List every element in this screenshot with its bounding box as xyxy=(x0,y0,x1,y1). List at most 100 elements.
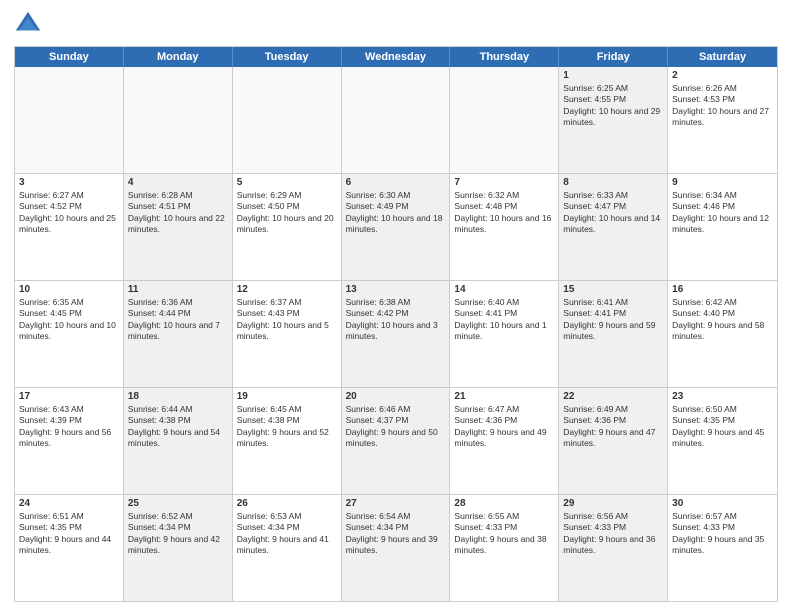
calendar-cell: 28 Sunrise: 6:55 AM Sunset: 4:33 PM Dayli… xyxy=(450,495,559,601)
cell-daylight-info: Sunrise: 6:30 AM Sunset: 4:49 PM Dayligh… xyxy=(346,190,446,236)
calendar-body: 1 Sunrise: 6:25 AM Sunset: 4:55 PM Daylig… xyxy=(15,67,777,601)
calendar-cell: 25 Sunrise: 6:52 AM Sunset: 4:34 PM Dayli… xyxy=(124,495,233,601)
day-number: 22 xyxy=(563,391,663,402)
cell-daylight-info: Sunrise: 6:26 AM Sunset: 4:53 PM Dayligh… xyxy=(672,83,773,129)
day-number: 15 xyxy=(563,284,663,295)
cell-daylight-info: Sunrise: 6:35 AM Sunset: 4:45 PM Dayligh… xyxy=(19,297,119,343)
cell-daylight-info: Sunrise: 6:28 AM Sunset: 4:51 PM Dayligh… xyxy=(128,190,228,236)
weekday-header: Sunday xyxy=(15,47,124,67)
cell-daylight-info: Sunrise: 6:54 AM Sunset: 4:34 PM Dayligh… xyxy=(346,511,446,557)
cell-daylight-info: Sunrise: 6:27 AM Sunset: 4:52 PM Dayligh… xyxy=(19,190,119,236)
weekday-header: Saturday xyxy=(668,47,777,67)
weekday-header: Thursday xyxy=(450,47,559,67)
day-number: 26 xyxy=(237,498,337,509)
calendar-row: 17Sunrise: 6:43 AM Sunset: 4:39 PM Dayli… xyxy=(15,387,777,494)
cell-daylight-info: Sunrise: 6:36 AM Sunset: 4:44 PM Dayligh… xyxy=(128,297,228,343)
cell-daylight-info: Sunrise: 6:41 AM Sunset: 4:41 PM Dayligh… xyxy=(563,297,663,343)
calendar-cell: 3 Sunrise: 6:27 AM Sunset: 4:52 PM Daylig… xyxy=(15,174,124,280)
weekday-header: Friday xyxy=(559,47,668,67)
calendar-cell: 23Sunrise: 6:50 AM Sunset: 4:35 PM Dayli… xyxy=(668,388,777,494)
calendar-cell: 13 Sunrise: 6:38 AM Sunset: 4:42 PM Dayli… xyxy=(342,281,451,387)
weekday-header: Wednesday xyxy=(342,47,451,67)
calendar-cell: 2 Sunrise: 6:26 AM Sunset: 4:53 PM Daylig… xyxy=(668,67,777,173)
day-number: 24 xyxy=(19,498,119,509)
cell-daylight-info: Sunrise: 6:38 AM Sunset: 4:42 PM Dayligh… xyxy=(346,297,446,343)
day-number: 19 xyxy=(237,391,337,402)
calendar-cell: 4 Sunrise: 6:28 AM Sunset: 4:51 PM Daylig… xyxy=(124,174,233,280)
calendar-cell xyxy=(15,67,124,173)
calendar-cell: 22 Sunrise: 6:49 AM Sunset: 4:36 PM Dayli… xyxy=(559,388,668,494)
calendar-cell xyxy=(124,67,233,173)
calendar-cell: 11 Sunrise: 6:36 AM Sunset: 4:44 PM Dayli… xyxy=(124,281,233,387)
calendar: SundayMondayTuesdayWednesdayThursdayFrid… xyxy=(14,46,778,602)
day-number: 8 xyxy=(563,177,663,188)
calendar-cell: 21 Sunrise: 6:47 AM Sunset: 4:36 PM Dayli… xyxy=(450,388,559,494)
weekday-header: Tuesday xyxy=(233,47,342,67)
calendar-row: 10 Sunrise: 6:35 AM Sunset: 4:45 PM Dayli… xyxy=(15,280,777,387)
logo-icon xyxy=(14,10,42,38)
calendar-cell: 1 Sunrise: 6:25 AM Sunset: 4:55 PM Daylig… xyxy=(559,67,668,173)
calendar-cell: 16 Sunrise: 6:42 AM Sunset: 4:40 PM Dayli… xyxy=(668,281,777,387)
cell-daylight-info: Sunrise: 6:45 AM Sunset: 4:38 PM Dayligh… xyxy=(237,404,337,450)
day-number: 5 xyxy=(237,177,337,188)
calendar-cell: 6 Sunrise: 6:30 AM Sunset: 4:49 PM Daylig… xyxy=(342,174,451,280)
cell-daylight-info: Sunrise: 6:42 AM Sunset: 4:40 PM Dayligh… xyxy=(672,297,773,343)
day-number: 20 xyxy=(346,391,446,402)
day-number: 13 xyxy=(346,284,446,295)
calendar-cell xyxy=(233,67,342,173)
day-number: 16 xyxy=(672,284,773,295)
cell-daylight-info: Sunrise: 6:29 AM Sunset: 4:50 PM Dayligh… xyxy=(237,190,337,236)
day-number: 1 xyxy=(563,70,663,81)
calendar-cell: 17Sunrise: 6:43 AM Sunset: 4:39 PM Dayli… xyxy=(15,388,124,494)
logo xyxy=(14,10,46,38)
page: SundayMondayTuesdayWednesdayThursdayFrid… xyxy=(0,0,792,612)
calendar-cell: 26 Sunrise: 6:53 AM Sunset: 4:34 PM Dayli… xyxy=(233,495,342,601)
calendar-cell: 8Sunrise: 6:33 AM Sunset: 4:47 PM Daylig… xyxy=(559,174,668,280)
calendar-cell: 5 Sunrise: 6:29 AM Sunset: 4:50 PM Daylig… xyxy=(233,174,342,280)
calendar-row: 1 Sunrise: 6:25 AM Sunset: 4:55 PM Daylig… xyxy=(15,67,777,173)
day-number: 30 xyxy=(672,498,773,509)
day-number: 2 xyxy=(672,70,773,81)
calendar-row: 3 Sunrise: 6:27 AM Sunset: 4:52 PM Daylig… xyxy=(15,173,777,280)
cell-daylight-info: Sunrise: 6:34 AM Sunset: 4:46 PM Dayligh… xyxy=(672,190,773,236)
cell-daylight-info: Sunrise: 6:37 AM Sunset: 4:43 PM Dayligh… xyxy=(237,297,337,343)
calendar-cell: 19 Sunrise: 6:45 AM Sunset: 4:38 PM Dayli… xyxy=(233,388,342,494)
calendar-cell: 10 Sunrise: 6:35 AM Sunset: 4:45 PM Dayli… xyxy=(15,281,124,387)
day-number: 28 xyxy=(454,498,554,509)
day-number: 23 xyxy=(672,391,773,402)
day-number: 7 xyxy=(454,177,554,188)
cell-daylight-info: Sunrise: 6:25 AM Sunset: 4:55 PM Dayligh… xyxy=(563,83,663,129)
header xyxy=(14,10,778,38)
cell-daylight-info: Sunrise: 6:55 AM Sunset: 4:33 PM Dayligh… xyxy=(454,511,554,557)
calendar-cell: 7 Sunrise: 6:32 AM Sunset: 4:48 PM Daylig… xyxy=(450,174,559,280)
cell-daylight-info: Sunrise: 6:52 AM Sunset: 4:34 PM Dayligh… xyxy=(128,511,228,557)
day-number: 14 xyxy=(454,284,554,295)
day-number: 27 xyxy=(346,498,446,509)
day-number: 9 xyxy=(672,177,773,188)
calendar-cell: 15 Sunrise: 6:41 AM Sunset: 4:41 PM Dayli… xyxy=(559,281,668,387)
calendar-cell: 29 Sunrise: 6:56 AM Sunset: 4:33 PM Dayli… xyxy=(559,495,668,601)
day-number: 12 xyxy=(237,284,337,295)
calendar-cell: 18Sunrise: 6:44 AM Sunset: 4:38 PM Dayli… xyxy=(124,388,233,494)
day-number: 10 xyxy=(19,284,119,295)
calendar-cell: 27 Sunrise: 6:54 AM Sunset: 4:34 PM Dayli… xyxy=(342,495,451,601)
calendar-cell xyxy=(342,67,451,173)
day-number: 11 xyxy=(128,284,228,295)
cell-daylight-info: Sunrise: 6:53 AM Sunset: 4:34 PM Dayligh… xyxy=(237,511,337,557)
calendar-cell: 20 Sunrise: 6:46 AM Sunset: 4:37 PM Dayli… xyxy=(342,388,451,494)
calendar-cell: 30Sunrise: 6:57 AM Sunset: 4:33 PM Dayli… xyxy=(668,495,777,601)
cell-daylight-info: Sunrise: 6:56 AM Sunset: 4:33 PM Dayligh… xyxy=(563,511,663,557)
day-number: 3 xyxy=(19,177,119,188)
calendar-row: 24 Sunrise: 6:51 AM Sunset: 4:35 PM Dayli… xyxy=(15,494,777,601)
cell-daylight-info: Sunrise: 6:47 AM Sunset: 4:36 PM Dayligh… xyxy=(454,404,554,450)
cell-daylight-info: Sunrise: 6:46 AM Sunset: 4:37 PM Dayligh… xyxy=(346,404,446,450)
day-number: 21 xyxy=(454,391,554,402)
day-number: 4 xyxy=(128,177,228,188)
day-number: 25 xyxy=(128,498,228,509)
cell-daylight-info: Sunrise: 6:49 AM Sunset: 4:36 PM Dayligh… xyxy=(563,404,663,450)
calendar-cell: 14Sunrise: 6:40 AM Sunset: 4:41 PM Dayli… xyxy=(450,281,559,387)
cell-daylight-info: Sunrise: 6:32 AM Sunset: 4:48 PM Dayligh… xyxy=(454,190,554,236)
day-number: 29 xyxy=(563,498,663,509)
day-number: 6 xyxy=(346,177,446,188)
cell-daylight-info: Sunrise: 6:51 AM Sunset: 4:35 PM Dayligh… xyxy=(19,511,119,557)
